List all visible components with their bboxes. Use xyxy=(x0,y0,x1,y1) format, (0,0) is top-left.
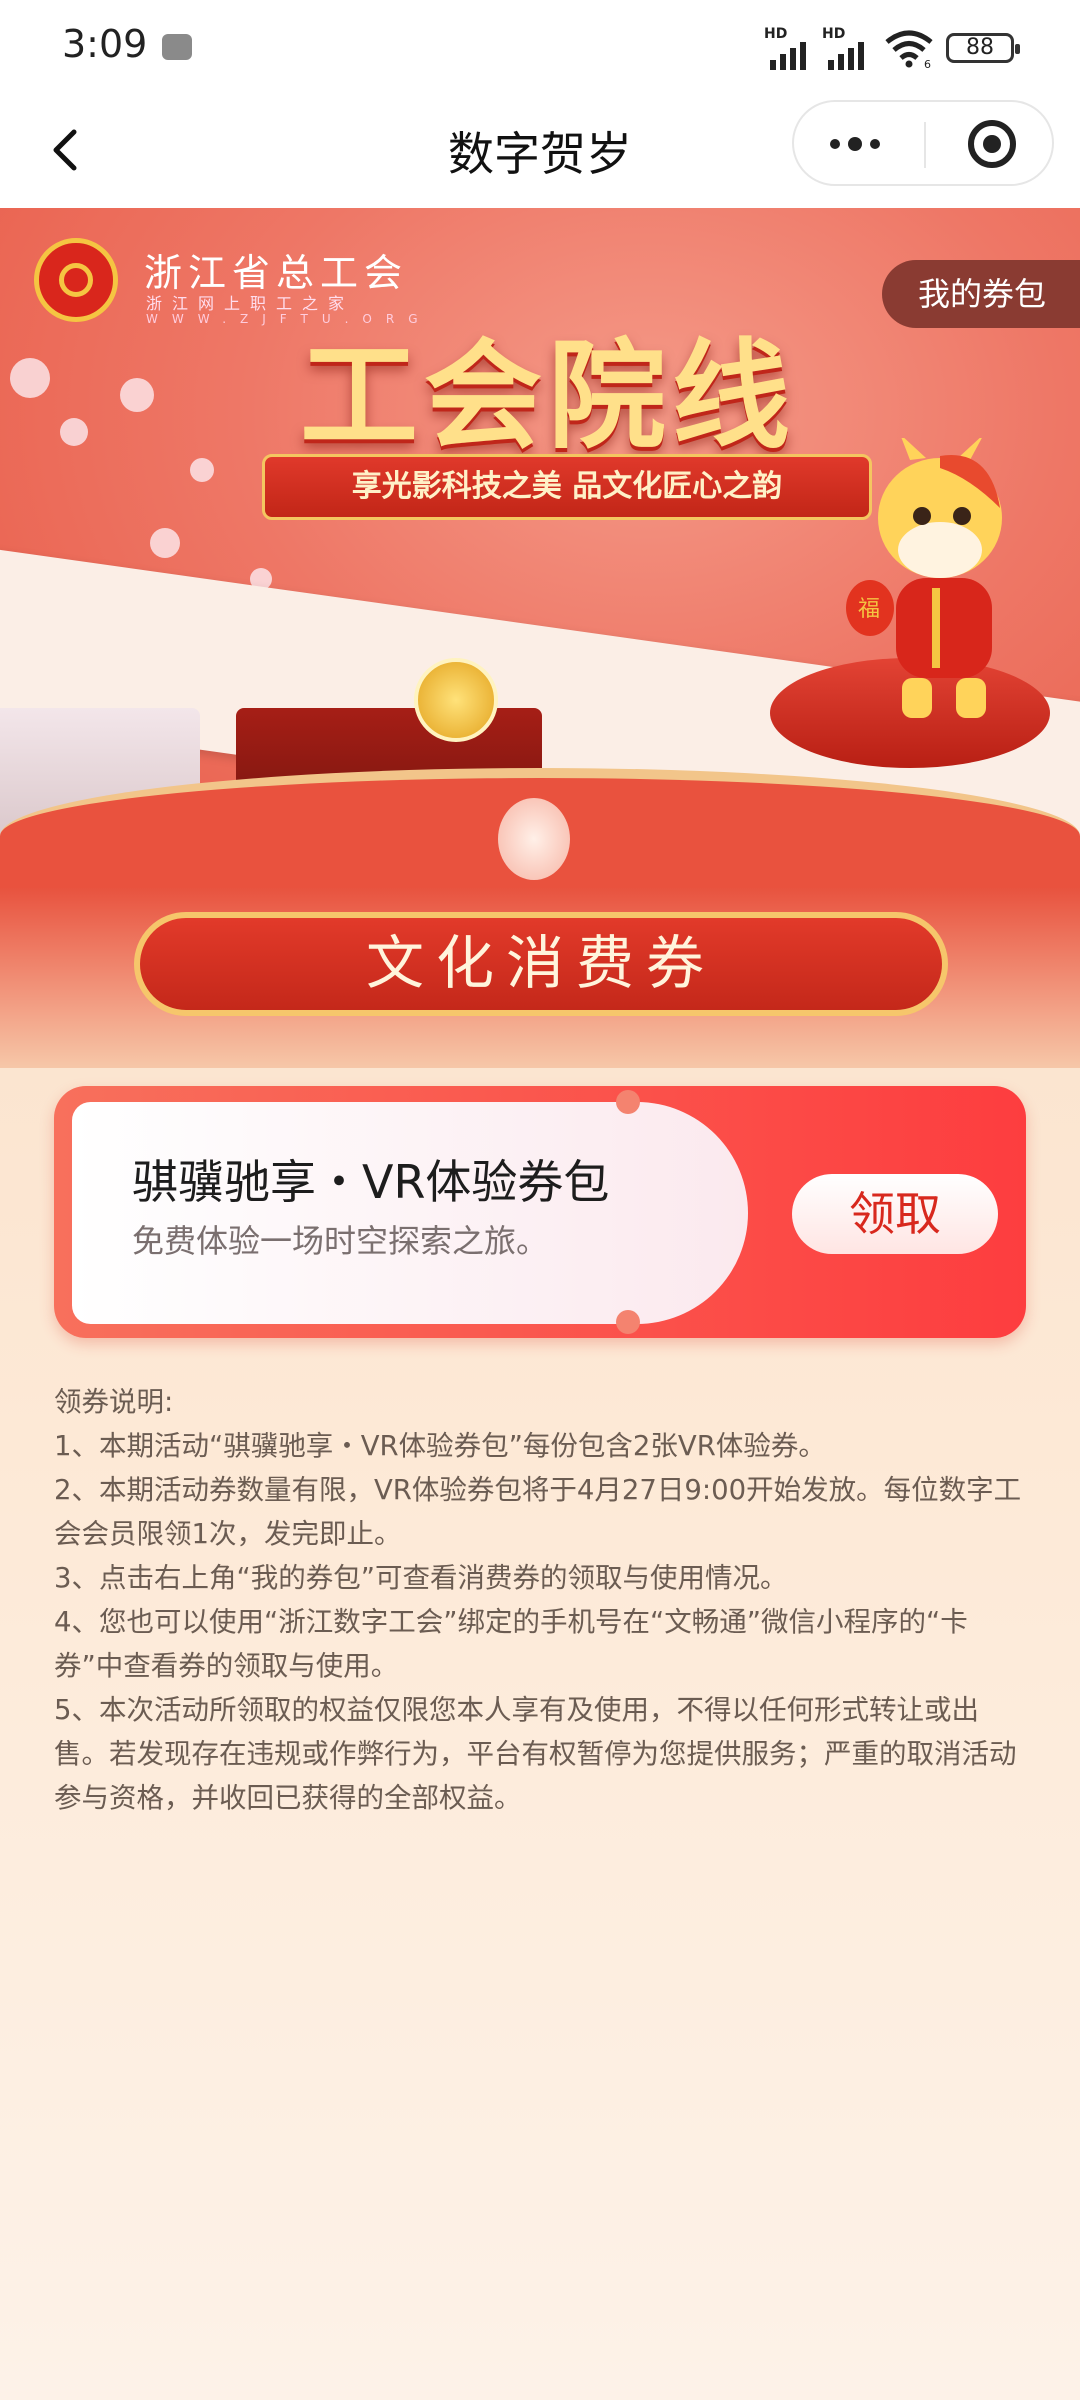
blossom-decoration xyxy=(120,378,154,412)
rules-heading: 领券说明: xyxy=(54,1386,174,1418)
svg-text:6: 6 xyxy=(924,58,931,68)
coupon-title: 骐骥驰享・VR体验券包 xyxy=(132,1155,610,1209)
battery-indicator: 88 xyxy=(946,33,1020,63)
promo-banner: 浙江省总工会 浙江网上职工之家 WWW.ZJFTU.ORG 我的券包 工会院线 … xyxy=(0,208,1080,888)
blossom-decoration xyxy=(60,418,88,446)
banner-slogan: 享光影科技之美 品文化匠心之韵 xyxy=(262,454,872,520)
blossom-decoration xyxy=(150,528,180,558)
status-bar: 3:09 HD HD 6 88 xyxy=(0,0,1080,96)
blossom-decoration xyxy=(190,458,214,482)
nav-bar: 数字贺岁 xyxy=(0,96,1080,208)
coupon-card: 骐骥驰享・VR体验券包 免费体验一场时空探索之旅。 领取 xyxy=(54,1086,1026,1338)
rule-item: 1、本期活动“骐骥驰享・VR体验券包”每份包含2张VR体验券。 xyxy=(54,1430,826,1462)
notification-icon xyxy=(162,34,192,60)
my-wallet-button[interactable]: 我的券包 xyxy=(882,260,1080,328)
rule-item: 4、您也可以使用“浙江数字工会”绑定的手机号在“文畅通”微信小程序的“卡券”中查… xyxy=(54,1606,968,1682)
svg-text:福: 福 xyxy=(858,597,880,622)
lantern-icon xyxy=(498,798,570,880)
claim-button[interactable]: 领取 xyxy=(792,1174,998,1254)
coupon-rules: 领券说明: 1、本期活动“骐骥驰享・VR体验券包”每份包含2张VR体验券。 2、… xyxy=(54,1380,1024,1820)
blossom-decoration xyxy=(10,358,50,398)
rule-item: 2、本期活动券数量有限，VR体验券包将于4月27日9:00开始发放。每位数字工会… xyxy=(54,1474,1022,1550)
union-logo-icon xyxy=(34,238,118,322)
gold-coin-icon xyxy=(414,658,498,742)
banner-main-title: 工会院线 xyxy=(300,326,797,465)
coupon-description: 免费体验一场时空探索之旅。 xyxy=(132,1222,549,1260)
horse-mascot-icon: 福 xyxy=(846,438,1002,718)
coupon-ticket: 骐骥驰享・VR体验券包 免费体验一场时空探索之旅。 xyxy=(72,1102,748,1324)
close-mini-program-icon[interactable] xyxy=(968,120,1016,168)
more-options-icon[interactable] xyxy=(830,137,880,151)
signal-strength-icon: HD xyxy=(764,26,820,70)
wifi-icon: 6 xyxy=(885,30,933,68)
status-time: 3:09 xyxy=(62,22,148,66)
ticket-notch xyxy=(616,1090,640,1114)
rule-item: 5、本次活动所领取的权益仅限您本人享有及使用，不得以任何形式转让或出售。若发现存… xyxy=(54,1694,1017,1814)
signal-strength-icon-2: HD xyxy=(822,26,878,70)
mini-program-capsule xyxy=(792,100,1054,186)
rule-item: 3、点击右上角“我的券包”可查看消费券的领取与使用情况。 xyxy=(54,1562,788,1594)
ticket-notch xyxy=(616,1310,640,1334)
section-ribbon-title: 文化消费券 xyxy=(134,912,948,1016)
capsule-divider xyxy=(924,122,926,168)
org-name: 浙江省总工会 xyxy=(144,251,409,295)
